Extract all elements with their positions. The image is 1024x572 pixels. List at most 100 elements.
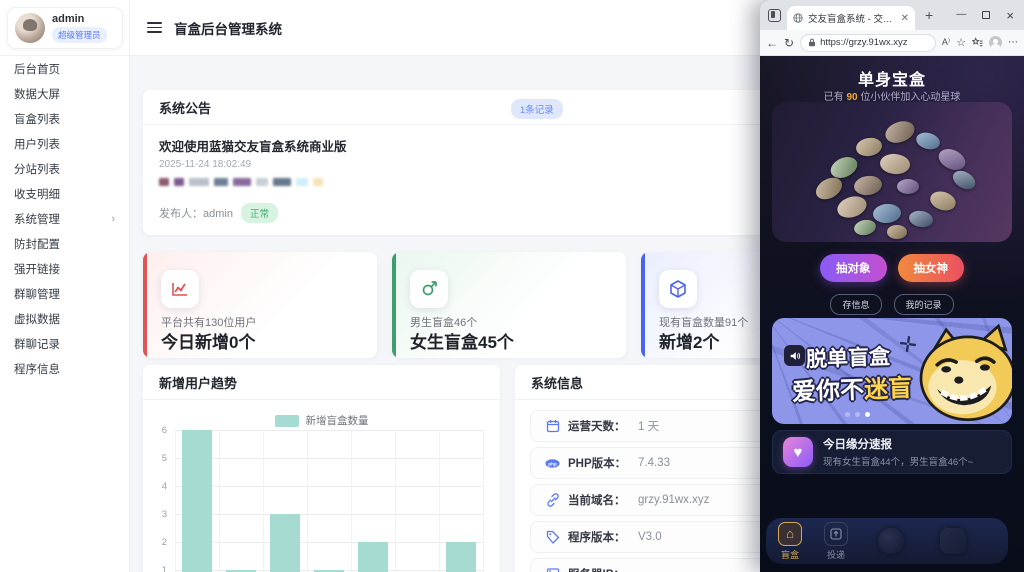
chart-bar[interactable] [446, 542, 476, 572]
nav-item-blindbox[interactable]: ⌂ 盲盒 [778, 521, 802, 561]
nav-item-profile[interactable] [940, 528, 966, 554]
gridline [395, 430, 396, 572]
gridline [307, 430, 308, 572]
sidebar-item[interactable]: 虚拟数据› [0, 306, 129, 331]
url-text: https://grzy.91wx.xyz [820, 37, 908, 48]
sidebar-item[interactable]: 群聊记录› [0, 331, 129, 356]
browser-menu-icon[interactable]: ⋯ [1008, 37, 1018, 48]
member-avatar [834, 193, 870, 222]
url-field[interactable]: https://grzy.91wx.xyz [800, 33, 936, 52]
sidebar-item[interactable]: 盲盒列表› [0, 106, 129, 131]
sidebar-item[interactable]: 群聊管理› [0, 281, 129, 306]
webapp-content: 单身宝盒 已有 90 位小伙伴加入心动星球 抽对象 抽女神 存信息 我的记录 脱… [760, 56, 1024, 572]
favorite-star-icon[interactable]: ☆ [956, 36, 966, 49]
member-avatar [949, 167, 979, 194]
tab-close-icon[interactable]: ✕ [901, 13, 909, 24]
carousel-dots[interactable] [772, 412, 942, 417]
publisher-label: 发布人：admin [159, 208, 233, 220]
sidebar-item[interactable]: 后台首页› [0, 56, 129, 81]
accent-bar [641, 252, 645, 358]
gridline [175, 430, 483, 431]
save-info-button[interactable]: 存信息 [830, 294, 882, 315]
member-avatar [872, 203, 902, 225]
info-value: grzy.91wx.xyz [638, 494, 710, 506]
member-avatar [879, 152, 911, 176]
report-title: 今日缘分速报 [823, 439, 892, 451]
gridline [351, 430, 352, 572]
sidebar-item[interactable]: 程序信息› [0, 356, 129, 381]
sidebar-item[interactable]: 收支明细› [0, 181, 129, 206]
window-minimize-button[interactable]: — [956, 10, 966, 20]
announcement-timestamp: 2025-11-24 18:02:49 [159, 159, 252, 170]
home-icon: ⌂ [778, 521, 802, 546]
sidebar-item[interactable]: 防封配置› [0, 231, 129, 256]
stat-value: 新增2个 [659, 333, 720, 352]
y-axis-tick: 1 [161, 565, 167, 572]
banner-subline: 爱你不迷盲 [791, 374, 913, 407]
heart-icon: ♥ [783, 437, 813, 467]
window-maximize-button[interactable] [982, 11, 991, 19]
sidebar-item[interactable]: 数据大屏› [0, 81, 129, 106]
stat-value: 女生盲盒45个 [410, 333, 514, 352]
sidebar-item[interactable]: 用户列表› [0, 131, 129, 156]
draw-partner-button[interactable]: 抽对象 [820, 254, 887, 282]
member-avatar [854, 136, 884, 159]
chart-bar[interactable] [270, 514, 300, 572]
nav-item-chat[interactable] [878, 528, 904, 554]
my-records-button[interactable]: 我的记录 [893, 294, 954, 315]
chart-bar[interactable] [358, 542, 388, 572]
browser-window: 交友盲盒系统 - 交友盲盒系统 ✕ + — × ← ↻ https://grzy… [760, 0, 1024, 572]
announcement-title: 系统公告 [159, 100, 212, 116]
member-avatar [934, 144, 969, 174]
php-icon: php [545, 456, 560, 471]
censored-content [159, 177, 859, 187]
chart-plot: 6 5 4 3 2 1 [143, 401, 500, 572]
draw-goddess-button[interactable]: 抽女神 [897, 254, 964, 282]
back-button[interactable]: ← [766, 36, 778, 50]
censored-block [189, 178, 209, 186]
gridline [175, 430, 176, 572]
svg-text:php: php [548, 461, 557, 466]
member-avatar [907, 209, 935, 230]
collections-icon[interactable] [972, 37, 983, 48]
accent-bar [143, 252, 147, 358]
info-value: 1 天 [638, 421, 660, 433]
read-aloud-icon[interactable]: A⁾ [942, 37, 950, 48]
gridline [483, 430, 484, 572]
refresh-button[interactable]: ↻ [784, 36, 794, 50]
info-label: 服务器IP： [568, 566, 630, 572]
promo-banner[interactable]: 脱单盲盒 爱你不迷盲 [772, 318, 1012, 424]
stat-card-0: 平台共有130位用户 今日新增0个 [143, 252, 377, 358]
browser-tab[interactable]: 交友盲盒系统 - 交友盲盒系统 ✕ [787, 6, 915, 30]
window-close-button[interactable]: × [1006, 9, 1014, 22]
profile-avatar-icon[interactable] [989, 36, 1002, 49]
chevron-right-icon: › [111, 212, 115, 225]
sidebar-menu: 后台首页› 数据大屏› 盲盒列表› 用户列表› 分站列表› 收支明细› 系统 [0, 56, 129, 381]
menu-toggle-icon[interactable] [147, 22, 162, 33]
sidebar-item[interactable]: 系统管理 › [0, 206, 129, 231]
gridline [219, 430, 220, 572]
daily-report-card[interactable]: ♥ 今日缘分速报 现有女生盲盒44个，男生盲盒46个~ [772, 430, 1012, 474]
chart-bar[interactable] [182, 430, 212, 572]
delivery-box-icon [824, 521, 848, 546]
line-chart-icon [161, 270, 199, 308]
tab-title: 交友盲盒系统 - 交友盲盒系统 [808, 14, 896, 25]
tab-actions-icon[interactable] [768, 8, 781, 22]
censored-block [159, 178, 169, 186]
browser-tabstrip: 交友盲盒系统 - 交友盲盒系统 ✕ + — × [760, 0, 1024, 30]
gridline [175, 486, 483, 487]
member-avatar [887, 225, 908, 239]
new-tab-button[interactable]: + [925, 7, 933, 23]
sidebar-item[interactable]: 分站列表› [0, 156, 129, 181]
nav-item-delivery[interactable]: 投递 [824, 521, 848, 561]
system-info-title: 系统信息 [531, 375, 584, 391]
sidebar-item[interactable]: 强开链接› [0, 256, 129, 281]
announcement-post-title[interactable]: 欢迎使用蓝猫交友盲盒系统商业版 [159, 136, 859, 155]
censored-block [233, 178, 251, 186]
user-card[interactable]: admin 超级管理员 [7, 7, 123, 49]
gridline [263, 430, 264, 572]
status-badge: 正常 [240, 203, 278, 223]
avatar-sphere[interactable] [772, 102, 1012, 242]
lock-icon [809, 38, 816, 47]
app-subtitle: 已有 90 位小伙伴加入心动星球 [823, 92, 961, 103]
